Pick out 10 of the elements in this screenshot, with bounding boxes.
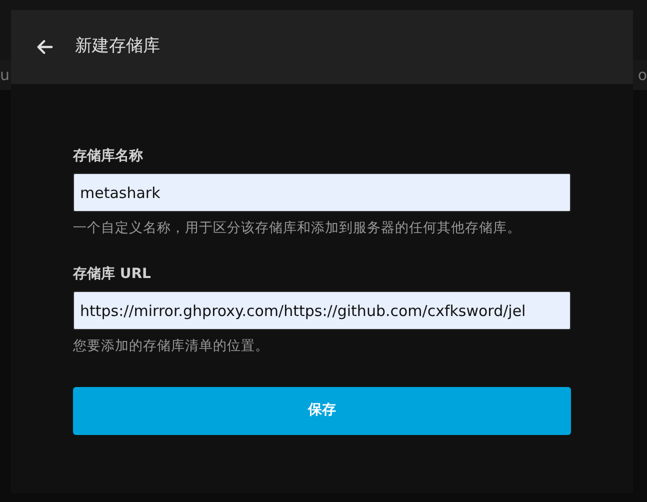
background-text: u (0, 64, 10, 86)
text-field[interactable]: metashark (73, 173, 571, 212)
field-help-text: 一个自定义名称，用于区分该存储库和添加到服务器的任何其他存储库。 (73, 219, 522, 238)
background-text: o (638, 64, 647, 86)
text-field[interactable]: https://mirror.ghproxy.com/https://github.com/cxfksword/jel (73, 291, 571, 330)
dialog-title: 新建存储库 (75, 35, 160, 58)
field-help-text: 您要添加的存储库清单的位置。 (73, 337, 270, 356)
back-icon[interactable] (35, 37, 55, 57)
field-label: 存储库名称 (73, 146, 144, 166)
field-label: 存储库 URL (73, 264, 152, 284)
